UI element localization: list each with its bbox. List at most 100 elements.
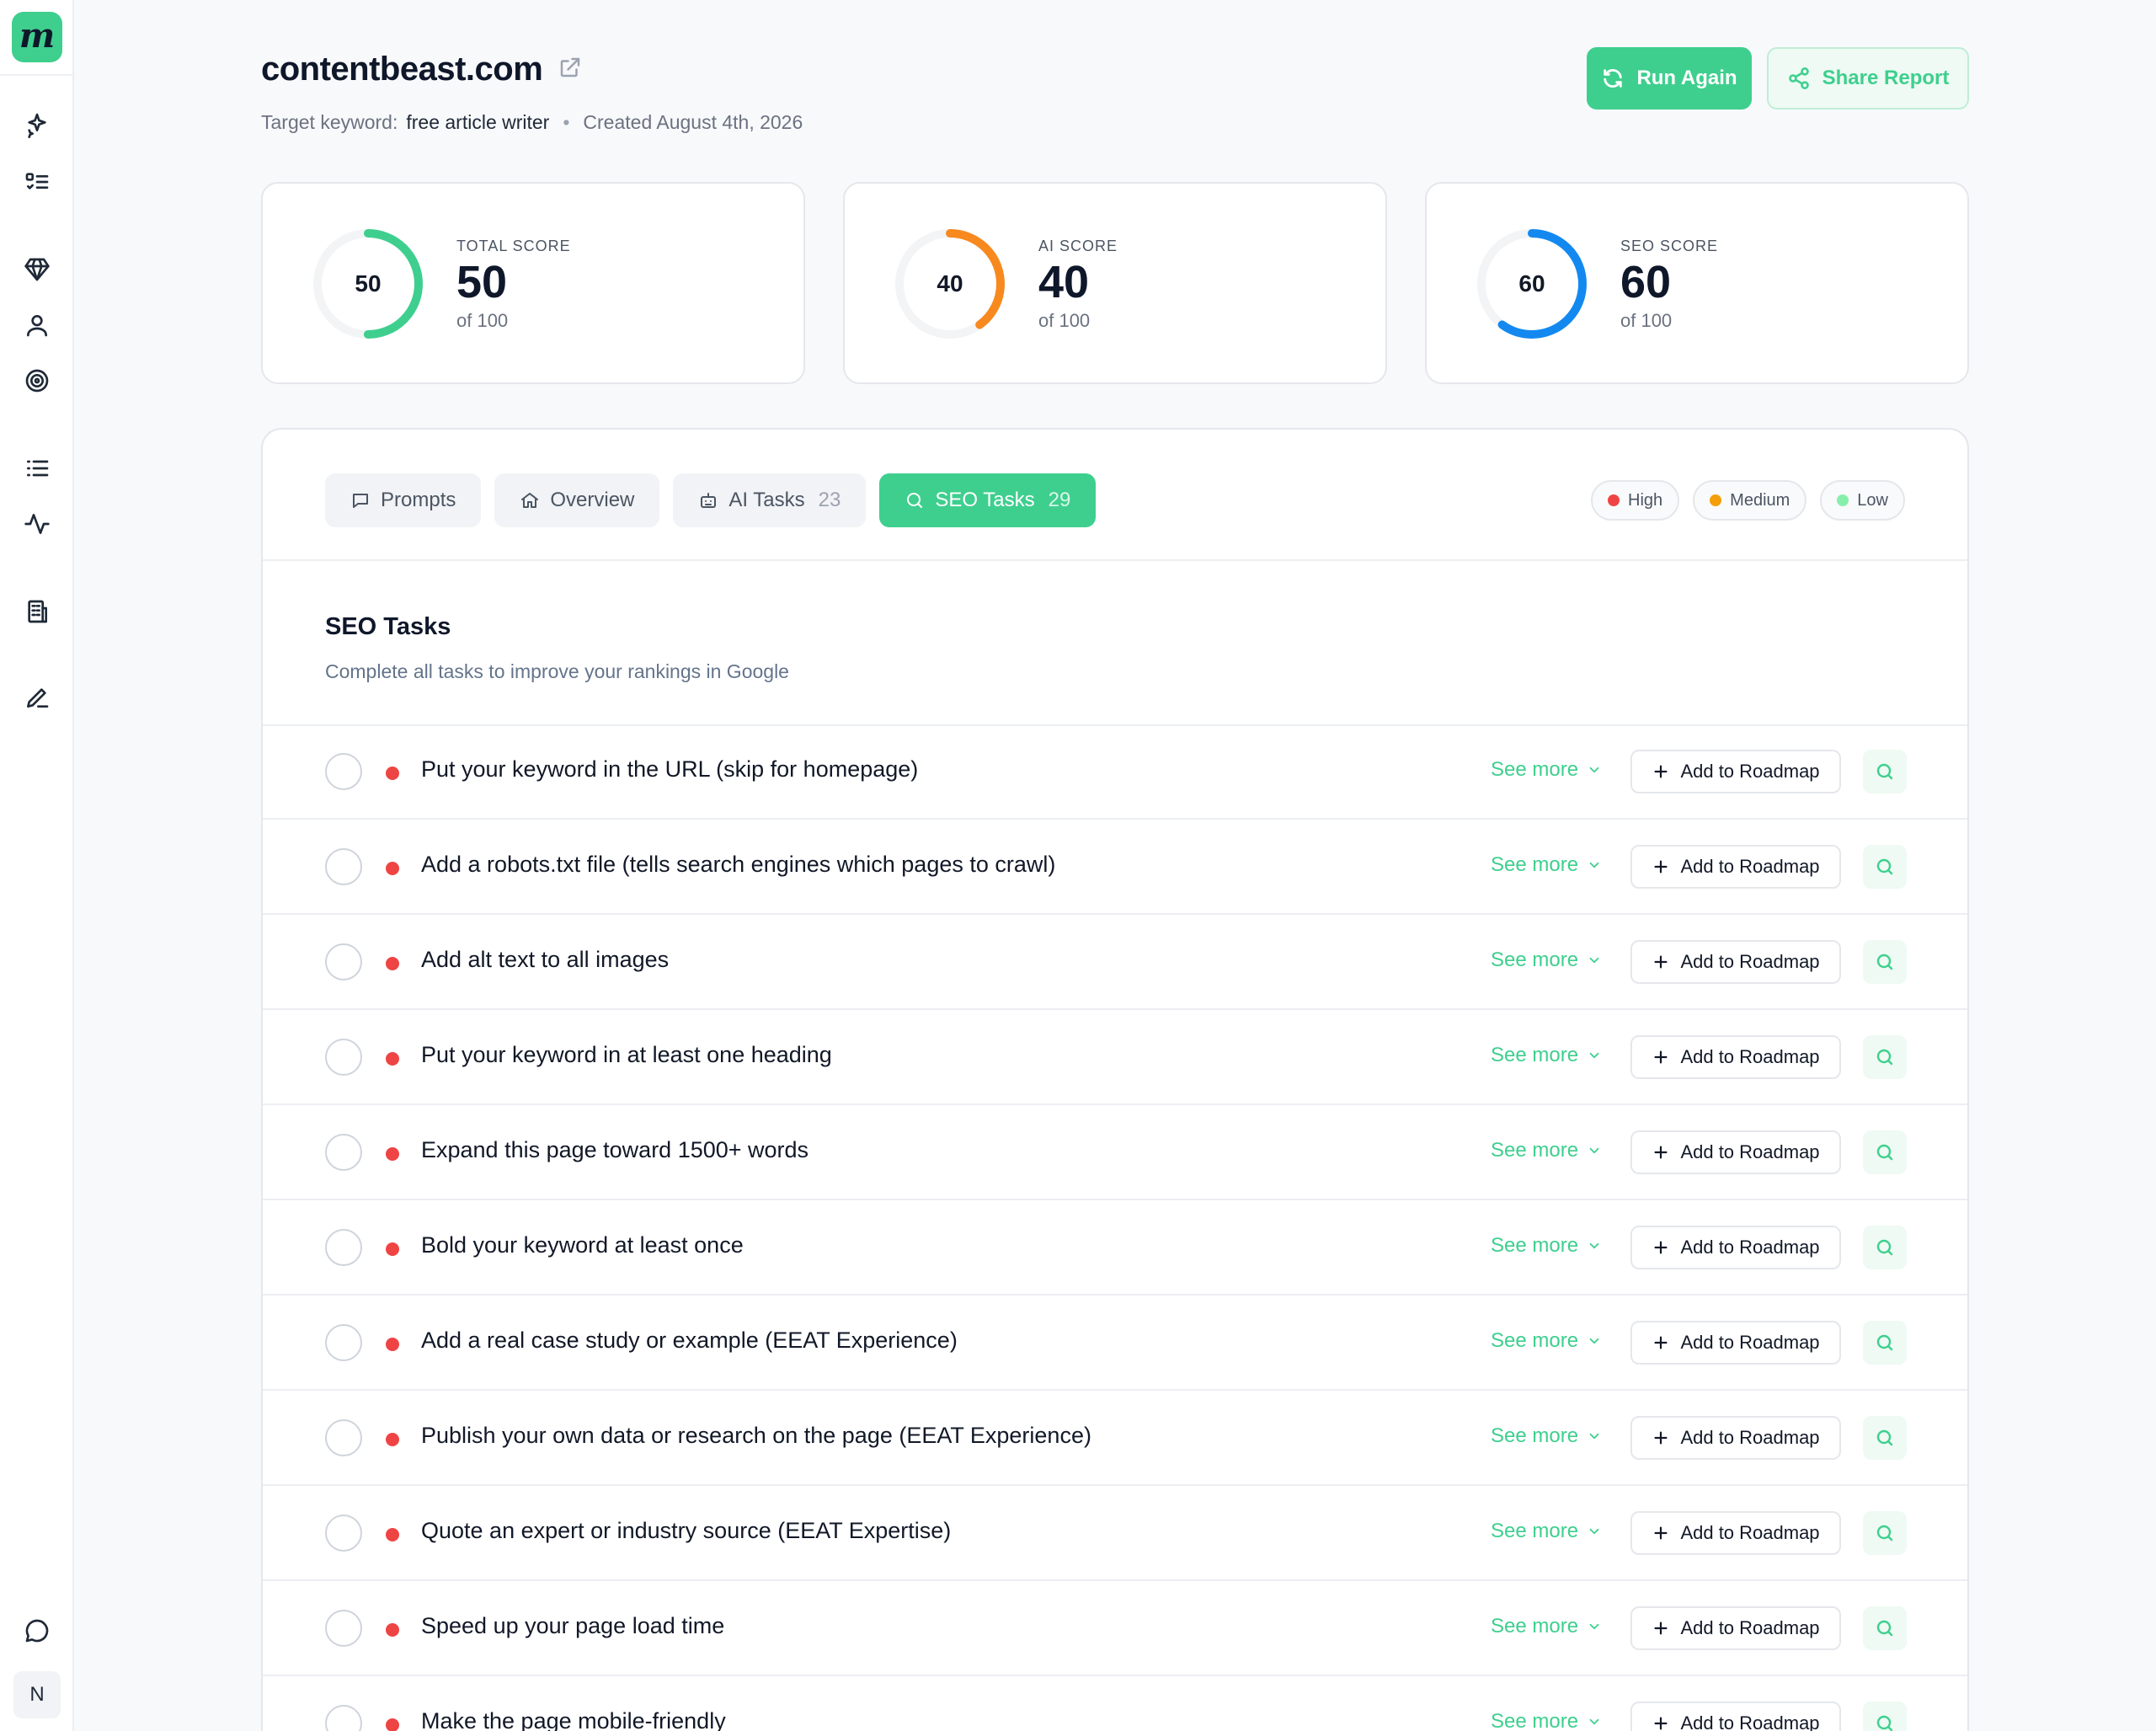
search-task-button[interactable] [1863, 1035, 1907, 1079]
checklist-icon[interactable] [20, 165, 54, 199]
see-more-link[interactable]: See more [1491, 853, 1602, 877]
see-more-link[interactable]: See more [1491, 1710, 1602, 1731]
score-max: of 100 [456, 310, 509, 331]
add-to-roadmap-button[interactable]: Add to Roadmap [1630, 1035, 1841, 1079]
external-link-icon[interactable] [558, 55, 583, 84]
tab-prompts[interactable]: Prompts [325, 473, 482, 527]
add-to-roadmap-button[interactable]: Add to Roadmap [1630, 1416, 1841, 1460]
plus-icon [1654, 1621, 1668, 1635]
pen-icon[interactable] [20, 681, 54, 714]
list-icon[interactable] [20, 451, 54, 485]
search-task-button[interactable] [1863, 1702, 1907, 1731]
chevron-down-icon [1589, 1242, 1599, 1249]
add-to-roadmap-button[interactable]: Add to Roadmap [1630, 1702, 1841, 1731]
add-to-roadmap-button[interactable]: Add to Roadmap [1630, 845, 1841, 889]
share-report-button[interactable]: Share Report [1767, 47, 1969, 110]
task-checkbox[interactable] [325, 1039, 362, 1076]
add-to-roadmap-label: Add to Roadmap [1680, 951, 1820, 972]
task-checkbox[interactable] [325, 1324, 362, 1361]
plus-icon [1654, 1431, 1668, 1445]
search-icon [1876, 1239, 1893, 1256]
search-task-button[interactable] [1863, 750, 1907, 793]
sidebar-divider [0, 74, 74, 76]
task-checkbox[interactable] [325, 1134, 362, 1171]
add-to-roadmap-button[interactable]: Add to Roadmap [1630, 940, 1841, 984]
tab-ai-tasks[interactable]: AI Tasks 23 [673, 473, 867, 527]
see-more-link[interactable]: See more [1491, 1424, 1602, 1448]
see-more-link[interactable]: See more [1491, 948, 1602, 972]
search-icon [1876, 1620, 1893, 1637]
task-checkbox[interactable] [325, 1515, 362, 1552]
add-to-roadmap-button[interactable]: Add to Roadmap [1630, 1606, 1841, 1650]
add-to-roadmap-button[interactable]: Add to Roadmap [1630, 1130, 1841, 1174]
activity-icon[interactable] [20, 507, 54, 541]
chat-icon[interactable] [20, 1614, 54, 1648]
table-row: Quote an expert or industry source (EEAT… [263, 1486, 1967, 1581]
search-icon [1876, 763, 1893, 780]
search-task-button[interactable] [1863, 940, 1907, 984]
tab-seo-tasks[interactable]: SEO Tasks 29 [879, 473, 1097, 527]
see-more-link[interactable]: See more [1491, 1615, 1602, 1638]
chevron-down-icon [1589, 1147, 1599, 1154]
search-task-button[interactable] [1863, 845, 1907, 889]
plus-icon [1654, 1526, 1668, 1540]
run-again-button[interactable]: Run Again [1587, 47, 1752, 110]
tab-label: Prompts [381, 489, 456, 511]
plus-icon [1654, 1050, 1668, 1064]
see-more-link[interactable]: See more [1491, 1139, 1602, 1162]
search-icon [1876, 1429, 1893, 1446]
user-icon[interactable] [20, 308, 54, 342]
see-more-link[interactable]: See more [1491, 1520, 1602, 1543]
search-task-button[interactable] [1863, 1321, 1907, 1365]
search-task-button[interactable] [1863, 1511, 1907, 1555]
avatar[interactable]: N [13, 1671, 61, 1718]
diamond-icon[interactable] [20, 253, 54, 286]
target-icon[interactable] [20, 364, 54, 398]
home-icon [521, 493, 539, 508]
table-row: Put your keyword in the URL (skip for ho… [263, 724, 1967, 820]
search-icon [907, 493, 923, 508]
plus-icon [1654, 1336, 1668, 1349]
page-subtitle: Target keyword: free article writer • Cr… [261, 111, 803, 134]
add-to-roadmap-button[interactable]: Add to Roadmap [1630, 1321, 1841, 1365]
page-header: contentbeast.com [261, 51, 583, 88]
add-to-roadmap-label: Add to Roadmap [1680, 1141, 1820, 1162]
search-task-button[interactable] [1863, 1226, 1907, 1269]
chevron-down-icon [1589, 1623, 1599, 1630]
search-task-button[interactable] [1863, 1606, 1907, 1650]
sparkles-icon[interactable] [20, 108, 54, 142]
add-to-roadmap-button[interactable]: Add to Roadmap [1630, 750, 1841, 793]
task-checkbox[interactable] [325, 1705, 362, 1731]
task-text: Add a real case study or example (EEAT E… [421, 1328, 958, 1353]
task-checkbox[interactable] [325, 1610, 362, 1647]
task-checkbox[interactable] [325, 848, 362, 885]
priority-pill-high[interactable]: High [1591, 480, 1680, 521]
score-card: 40 AI SCORE 40 of 100 [843, 182, 1387, 384]
priority-pill-low[interactable]: Low [1820, 480, 1905, 521]
priority-dot [386, 1338, 399, 1351]
created-date: Created August 4th, 2026 [583, 111, 803, 133]
see-more-link[interactable]: See more [1491, 1329, 1602, 1353]
tab-label: AI Tasks [728, 489, 805, 511]
task-checkbox[interactable] [325, 943, 362, 980]
add-to-roadmap-label: Add to Roadmap [1680, 856, 1820, 877]
search-task-button[interactable] [1863, 1416, 1907, 1460]
table-row: Expand this page toward 1500+ words See m… [263, 1105, 1967, 1200]
priority-dot [386, 862, 399, 875]
priority-legend: High Medium Low [1591, 480, 1905, 521]
add-to-roadmap-button[interactable]: Add to Roadmap [1630, 1226, 1841, 1269]
app-logo[interactable]: m [12, 12, 62, 62]
task-checkbox[interactable] [325, 1419, 362, 1456]
avatar-initial: N [29, 1683, 45, 1706]
priority-pill-medium[interactable]: Medium [1693, 480, 1807, 521]
see-more-link[interactable]: See more [1491, 1234, 1602, 1258]
building-icon[interactable] [20, 595, 54, 628]
task-checkbox[interactable] [325, 1229, 362, 1266]
score-max: of 100 [1620, 310, 1673, 331]
add-to-roadmap-button[interactable]: Add to Roadmap [1630, 1511, 1841, 1555]
tab-overview[interactable]: Overview [494, 473, 660, 527]
see-more-link[interactable]: See more [1491, 758, 1602, 782]
task-checkbox[interactable] [325, 753, 362, 790]
see-more-link[interactable]: See more [1491, 1044, 1602, 1067]
search-task-button[interactable] [1863, 1130, 1907, 1174]
